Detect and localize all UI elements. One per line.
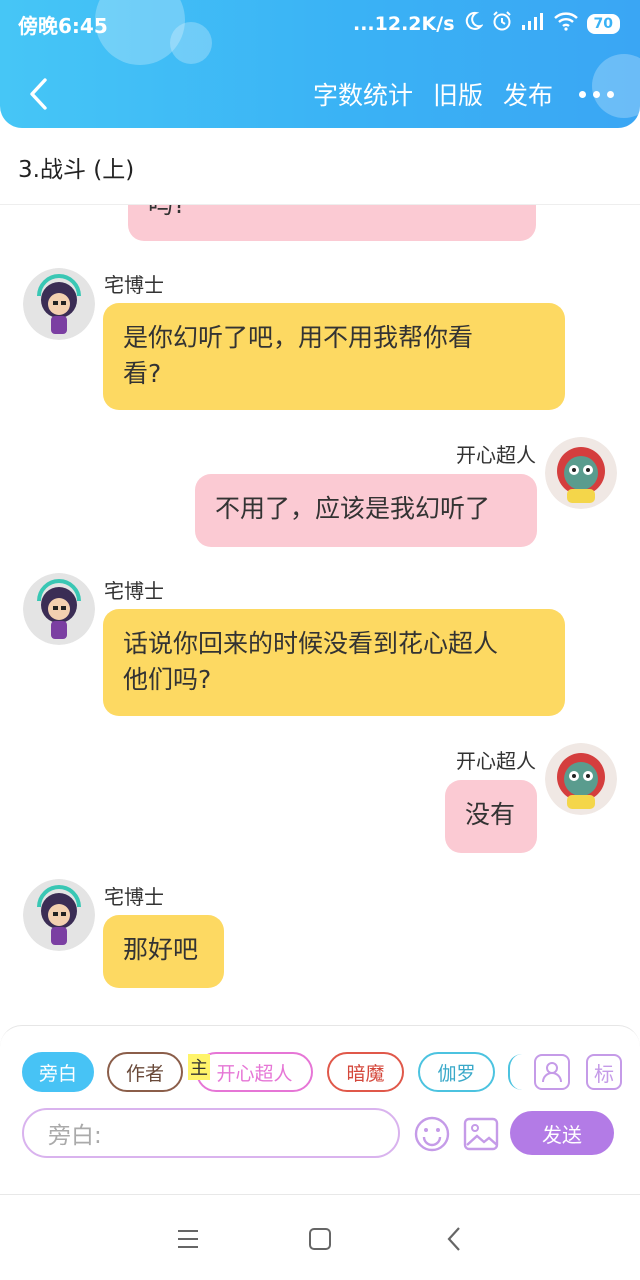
role-selector[interactable]: 旁白 作者 开心超人 主 暗魔 伽罗 标: [0, 1052, 640, 1094]
input-placeholder: 旁白:: [48, 1123, 102, 1149]
publish-button[interactable]: 发布: [503, 76, 553, 112]
message-line: 话说你回来的时候没看到花心超人: [123, 629, 499, 658]
header-actions: 字数统计 旧版 发布: [293, 76, 640, 112]
role-label: 旁白: [38, 1062, 77, 1085]
message-line: 没有: [465, 800, 516, 829]
image-icon: [463, 1117, 499, 1151]
message-bubble[interactable]: 吗?: [128, 205, 536, 241]
tag-label: 标: [594, 1061, 614, 1086]
avatar[interactable]: [545, 743, 617, 815]
sender-name: 宅博士: [104, 885, 164, 909]
role-chip-author[interactable]: 作者: [107, 1052, 183, 1092]
battery-icon: 70: [586, 13, 620, 34]
send-button[interactable]: 发送: [510, 1111, 614, 1155]
system-nav-bar: [0, 1194, 640, 1280]
message-bubble[interactable]: 是你幻听了吧，用不用我帮你看 看?: [103, 303, 565, 410]
message-text: 吗?: [148, 205, 186, 219]
chat-list[interactable]: 吗? 宅博士 是你幻听了吧，用不用我帮你看 看? 开心超人 不用了，应该是我幻听…: [0, 205, 640, 1025]
sender-name: 开心超人: [456, 749, 536, 773]
old-version-button[interactable]: 旧版: [433, 76, 483, 112]
message-input[interactable]: 旁白:: [22, 1108, 400, 1158]
sender-name: 开心超人: [456, 443, 536, 467]
alarm-icon: [491, 10, 513, 37]
character-card-button[interactable]: [534, 1054, 570, 1090]
home-button[interactable]: [306, 1225, 334, 1253]
message-bubble[interactable]: 那好吧: [103, 915, 224, 988]
message-line: 不用了，应该是我幻听了: [215, 494, 491, 523]
status-indicators: ...12.2K/s 70: [353, 10, 620, 37]
happy-superman-avatar-icon: [545, 437, 617, 509]
status-time: 傍晚6:45: [18, 14, 108, 38]
more-dots-icon[interactable]: [579, 90, 614, 98]
message-line: 看?: [123, 359, 162, 388]
avatar[interactable]: [545, 437, 617, 509]
message-line: 他们吗?: [123, 665, 212, 694]
avatar[interactable]: [23, 879, 95, 951]
happy-superman-avatar-icon: [545, 743, 617, 815]
input-panel: 旁白 作者 开心超人 主 暗魔 伽罗 标 旁白: 发送: [0, 1025, 640, 1160]
menu-button[interactable]: [174, 1225, 202, 1253]
word-count-button[interactable]: 字数统计: [313, 76, 413, 112]
menu-icon: [178, 1230, 198, 1248]
avatar[interactable]: [23, 268, 95, 340]
sender-name: 宅博士: [104, 273, 164, 297]
system-back-button[interactable]: [440, 1225, 468, 1253]
host-tag: 主: [188, 1054, 210, 1080]
role-chip-happy-superman[interactable]: 开心超人: [196, 1052, 313, 1092]
nav-bar: 字数统计 旧版 发布: [0, 66, 640, 124]
smiley-icon: [414, 1116, 450, 1152]
network-speed: ...12.2K/s: [353, 12, 455, 35]
message-line: 那好吧: [123, 935, 199, 964]
image-button[interactable]: [461, 1114, 501, 1154]
role-label: 伽罗: [437, 1062, 476, 1085]
doctor-avatar-icon: [23, 268, 95, 340]
back-button[interactable]: [20, 72, 56, 116]
role-chip-jialuo[interactable]: 伽罗: [418, 1052, 495, 1092]
wifi-icon: [553, 11, 579, 36]
message-bubble[interactable]: 不用了，应该是我幻听了: [195, 474, 537, 547]
doctor-avatar-icon: [23, 879, 95, 951]
avatar[interactable]: [23, 573, 95, 645]
role-label: 开心超人: [216, 1062, 293, 1085]
character-card-icon: [542, 1062, 562, 1083]
role-label: 暗魔: [346, 1062, 385, 1085]
home-square-icon: [309, 1228, 331, 1250]
chapter-title[interactable]: 3.战斗 (上): [18, 150, 134, 184]
tag-button[interactable]: 标: [586, 1054, 622, 1090]
sender-name: 宅博士: [104, 579, 164, 603]
doctor-avatar-icon: [23, 573, 95, 645]
app-header: 傍晚6:45 ...12.2K/s 70 字数统计 旧版 发布: [0, 0, 640, 128]
moon-icon: [463, 11, 484, 36]
emoji-button[interactable]: [412, 1114, 452, 1154]
signal-icon: [521, 11, 545, 36]
message-bubble[interactable]: 话说你回来的时候没看到花心超人 他们吗?: [103, 609, 565, 716]
chevron-left-icon: [30, 78, 47, 110]
role-chip-dark-demon[interactable]: 暗魔: [327, 1052, 404, 1092]
role-chip-narrator[interactable]: 旁白: [22, 1052, 94, 1092]
role-label: 作者: [125, 1062, 164, 1085]
message-bubble[interactable]: 没有: [445, 780, 537, 853]
message-line: 是你幻听了吧，用不用我帮你看: [123, 323, 474, 352]
role-chip-partial[interactable]: [508, 1054, 522, 1090]
back-triangle-icon: [447, 1227, 460, 1251]
status-bar: 傍晚6:45 ...12.2K/s 70: [0, 0, 640, 46]
